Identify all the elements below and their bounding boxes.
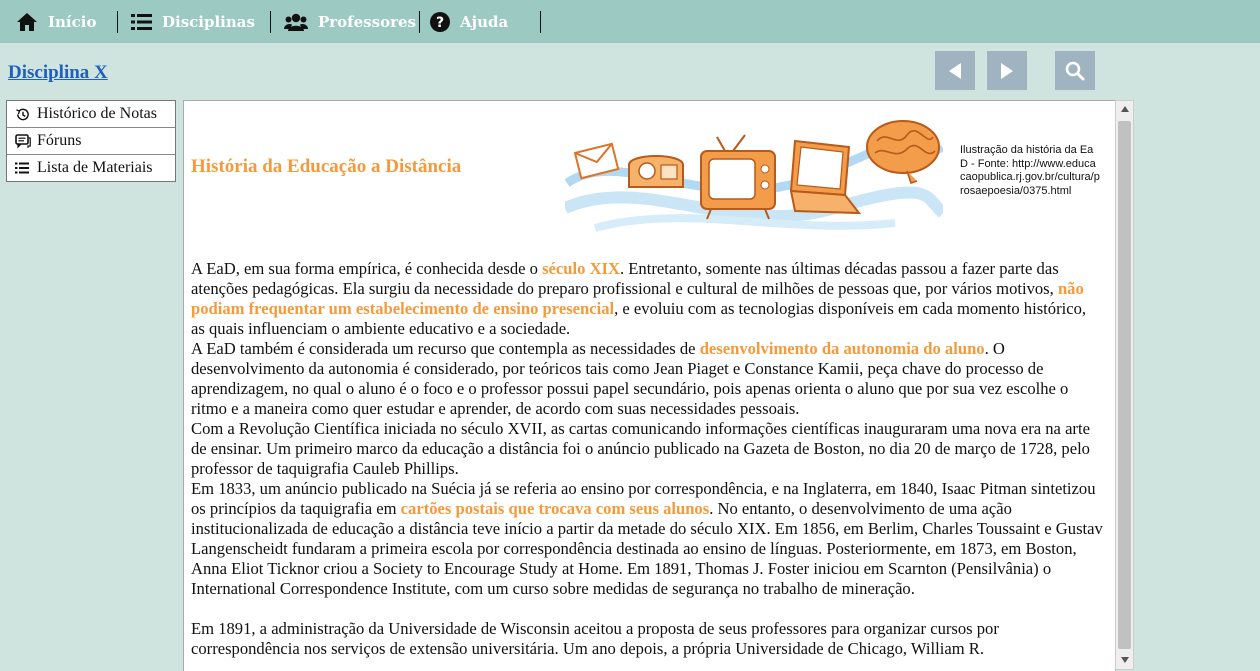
highlight-text: desenvolvimento da autonomia do aluno [699,339,985,358]
scroll-up-button[interactable] [1116,101,1133,117]
chat-icon [15,133,31,149]
list-icon [15,162,31,174]
home-icon [16,12,38,32]
illustration-caption: Ilustração da história da EaD - Fonte: h… [960,144,1100,197]
next-icon [1001,62,1013,79]
nav-divider [419,11,420,33]
side-menu-item-foruns[interactable]: Fóruns [7,127,175,154]
paragraph: A EaD também é considerada um recurso qu… [191,339,1103,419]
side-menu-item-historico-de-notas[interactable]: Histórico de Notas [7,101,175,127]
text-run: A EaD, em sua forma empírica, é conhecid… [191,259,543,278]
side-menu: Histórico de Notas Fóruns Lista de Mater… [6,100,176,182]
article-body: A EaD, em sua forma empírica, é conhecid… [191,259,1103,659]
paragraph: A EaD, em sua forma empírica, é conhecid… [191,259,1103,339]
arrow-up-icon [1120,106,1129,112]
nav-item-disciplinas[interactable]: Disciplinas [131,0,255,43]
side-menu-item-label: Histórico de Notas [37,105,157,122]
nav-divider [270,11,271,33]
ead-history-illustration [565,120,943,232]
content-frame: História da Educação a Distância Ilustra… [183,100,1116,671]
svg-text:?: ? [436,15,444,31]
top-navigation-bar: Início Disciplinas Professores ? Ajuda [0,0,1260,43]
search-button[interactable] [1055,51,1095,90]
content-scrollbar[interactable] [1115,100,1134,670]
nav-divider [117,11,118,33]
next-button[interactable] [987,51,1027,90]
side-menu-item-label: Fóruns [37,132,82,149]
list-icon [131,13,152,31]
nav-item-inicio[interactable]: Início [16,0,96,43]
nav-item-label: Professores [318,12,416,31]
paragraph: Em 1833, um anúncio publicado na Suécia … [191,479,1103,599]
highlight-text: século XIX [542,259,620,278]
nav-divider [540,11,541,33]
scrollbar-thumb[interactable] [1118,121,1131,649]
scroll-down-button[interactable] [1116,652,1133,668]
nav-item-ajuda[interactable]: ? Ajuda [430,0,508,43]
course-title-link[interactable]: Disciplina X [8,62,108,84]
text-run: A EaD também é considerada um recurso qu… [191,339,700,358]
paragraph: Em 1891, a administração da Universidade… [191,619,999,658]
nav-item-label: Ajuda [460,12,509,31]
nav-item-label: Início [48,12,97,31]
previous-button[interactable] [935,51,975,90]
side-menu-item-label: Lista de Materiais [37,159,153,176]
nav-item-professores[interactable]: Professores [284,0,416,43]
nav-item-label: Disciplinas [162,12,255,31]
help-circle-icon: ? [430,11,450,32]
highlight-text: cartões postais que trocava com seus alu… [400,499,710,518]
side-menu-item-lista-de-materiais[interactable]: Lista de Materiais [7,154,175,181]
content-title: História da Educação a Distância [191,156,462,177]
users-icon [284,13,308,31]
arrow-down-icon [1120,657,1129,663]
history-icon [15,107,31,122]
previous-icon [949,62,961,79]
search-icon [1065,61,1085,80]
paragraph: Com a Revolução Científica iniciada no s… [191,419,1090,478]
